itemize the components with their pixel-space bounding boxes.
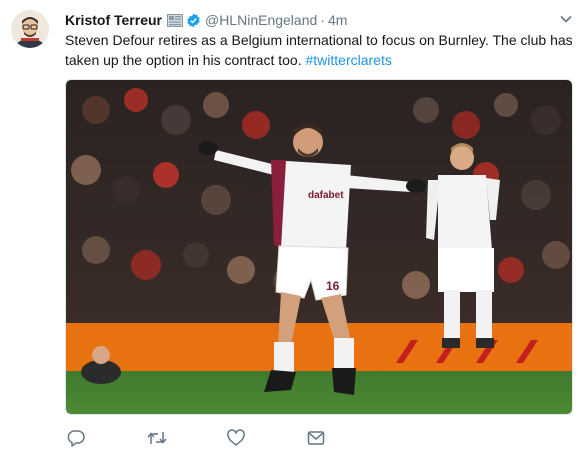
author-name[interactable]: Kristof Terreur <box>65 12 162 28</box>
tweet-photo[interactable]: dafabet 16 <box>65 79 573 415</box>
envelope-icon <box>307 431 325 445</box>
tweet-header: Kristof Terreur @HLNinEngeland · 4m <box>65 10 347 30</box>
jersey-number: 16 <box>326 279 340 293</box>
chevron-down-icon[interactable] <box>559 12 573 26</box>
retweet-button[interactable] <box>145 428 225 448</box>
verified-badge-icon <box>186 13 201 28</box>
timestamp[interactable]: 4m <box>328 12 347 28</box>
separator-dot: · <box>320 12 325 28</box>
reply-icon <box>67 430 85 447</box>
tweet-card[interactable]: Kristof Terreur @HLNinEngeland · 4m Stev… <box>0 0 587 467</box>
hashtag-link[interactable]: #twitterclarets <box>306 52 392 68</box>
jersey-sponsor: dafabet <box>308 190 344 201</box>
tweet-text: Steven Defour retires as a Belgium inter… <box>65 30 573 70</box>
avatar[interactable] <box>11 10 49 48</box>
author-handle[interactable]: @HLNinEngeland <box>205 12 317 28</box>
like-button[interactable] <box>225 428 305 448</box>
tweet-actions <box>65 428 385 448</box>
direct-message-button[interactable] <box>305 428 385 448</box>
newspaper-icon <box>166 13 183 27</box>
retweet-icon <box>147 432 167 444</box>
heart-icon <box>227 429 245 446</box>
reply-button[interactable] <box>65 428 145 448</box>
